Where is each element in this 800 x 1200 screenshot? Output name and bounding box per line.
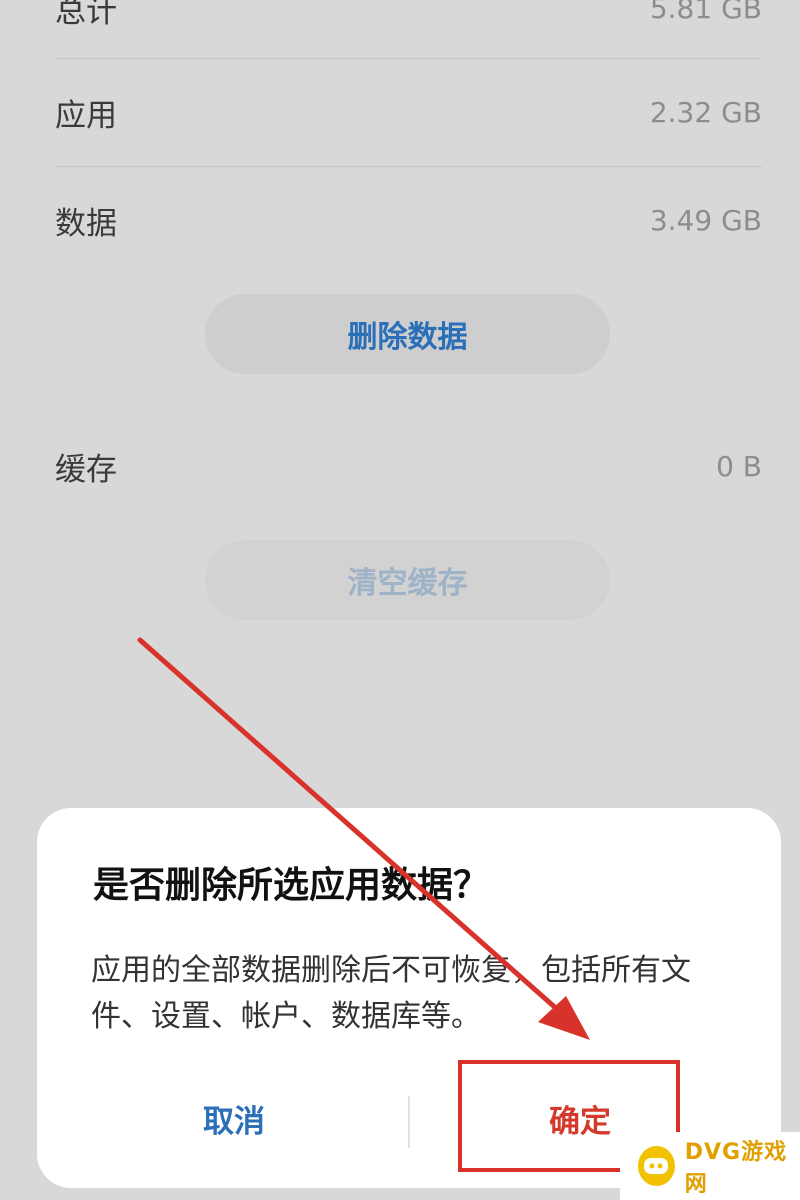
cancel-button[interactable]: 取消 [69, 1070, 399, 1166]
storage-row-apps: 应用 2.32 GB [55, 58, 762, 166]
button-divider [408, 1096, 410, 1148]
storage-apps-value: 2.32 GB [649, 95, 762, 129]
storage-row-data: 数据 3.49 GB [55, 166, 762, 274]
dialog-message: 应用的全部数据删除后不可恢复，包括所有文件、设置、帐户、数据库等。 [91, 953, 691, 1034]
storage-total-label: 总计 [55, 0, 117, 30]
watermark-text: DVG游戏网 [684, 1140, 788, 1197]
clear-cache-button[interactable]: 清空缓存 [205, 540, 610, 620]
dvg-logo-icon [638, 1146, 675, 1186]
storage-data-label: 数据 [55, 205, 117, 242]
storage-data-value: 3.49 GB [649, 203, 762, 237]
storage-row-cache: 缓存 0 B [55, 412, 762, 520]
storage-apps-label: 应用 [55, 97, 117, 134]
storage-row-total: 总计 5.81 GB [55, 0, 762, 62]
watermark: DVG游戏网 [620, 1132, 800, 1200]
dialog-title: 是否删除所选应用数据？ [93, 865, 490, 906]
storage-cache-value: 0 B [716, 449, 762, 483]
storage-total-value: 5.81 GB [649, 0, 762, 25]
storage-cache-label: 缓存 [55, 451, 117, 488]
delete-data-button[interactable]: 删除数据 [205, 294, 610, 374]
